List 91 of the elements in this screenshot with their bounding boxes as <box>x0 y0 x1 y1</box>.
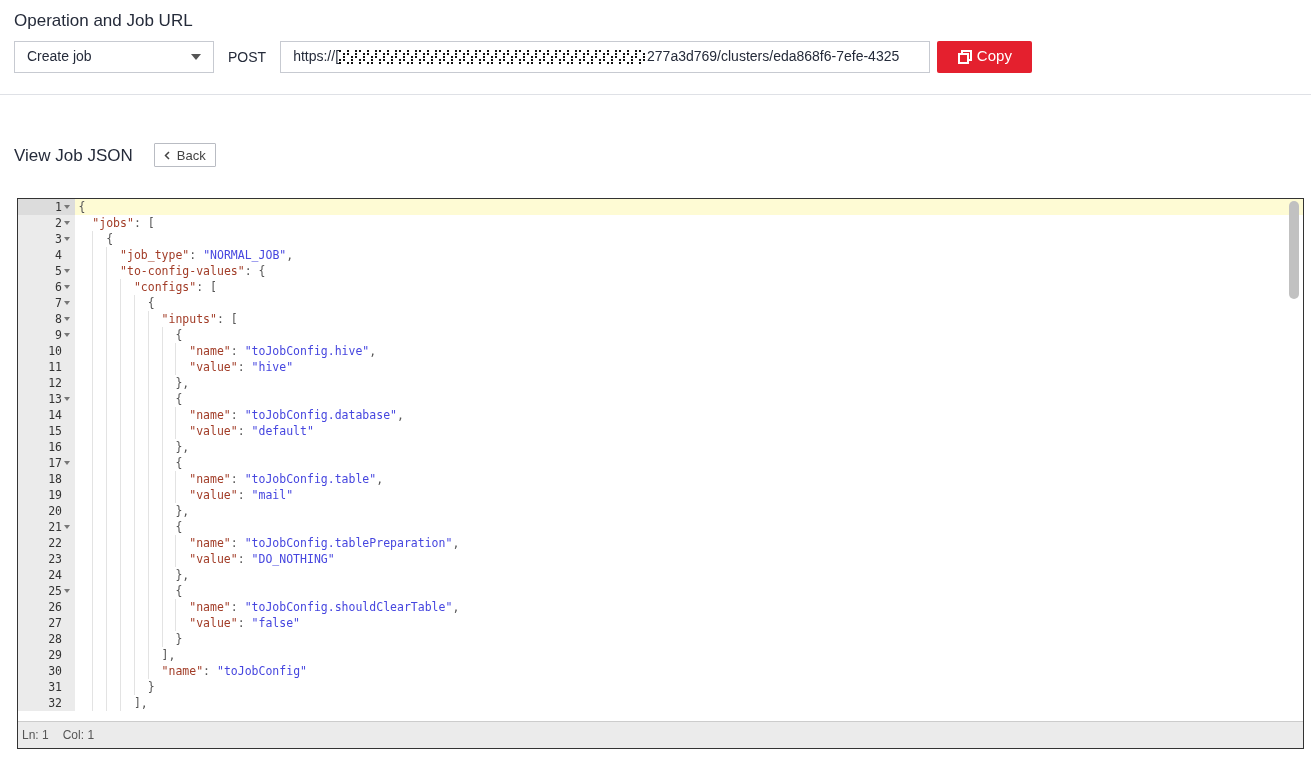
code-line: "name": "toJobConfig.shouldClearTable", <box>75 599 460 615</box>
line-number: 6 <box>55 279 62 295</box>
copy-button[interactable]: Copy <box>937 40 1033 73</box>
caret-icon <box>191 53 201 60</box>
code-line: } <box>75 631 183 647</box>
line-number: 27 <box>48 615 62 631</box>
scrollbar-thumb[interactable] <box>1289 201 1299 299</box>
code-line: }, <box>75 503 190 519</box>
line-number: 24 <box>48 567 62 583</box>
code-line: { <box>75 327 183 343</box>
url-field[interactable]: https://[ 277a3d769/clusters/eda868f6-7efe-4325 <box>280 40 931 73</box>
line-number: 3 <box>55 231 62 247</box>
line-number: 20 <box>48 503 62 519</box>
fold-arrow-icon[interactable] <box>64 333 70 337</box>
line-number: 14 <box>48 407 62 423</box>
line-number: 30 <box>48 663 62 679</box>
code-line: { <box>75 295 155 311</box>
line-number: 7 <box>55 295 62 311</box>
line-number: 8 <box>55 311 62 327</box>
code-line: "name": "toJobConfig.tablePreparation", <box>75 535 460 551</box>
fold-arrow-icon[interactable] <box>64 285 70 289</box>
line-number: 25 <box>48 583 62 599</box>
fold-arrow-icon[interactable] <box>64 461 70 465</box>
code-line: }, <box>75 375 190 391</box>
code-line: "job_type": "NORMAL_JOB", <box>75 247 294 263</box>
section-title: View Job JSON <box>14 144 133 167</box>
cursor-column-status: Col: 1 <box>62 727 95 744</box>
code-line: "inputs": [ <box>75 311 238 327</box>
code-line: { <box>75 583 183 599</box>
line-number: 17 <box>48 455 62 471</box>
code-line: } <box>75 679 155 695</box>
code-line: "name": "toJobConfig.database", <box>75 407 404 423</box>
code-line: ], <box>75 647 176 663</box>
line-number: 18 <box>48 471 62 487</box>
code-line: { <box>75 391 183 407</box>
operation-select[interactable]: Create job <box>14 40 214 73</box>
code-line: { <box>77 199 86 215</box>
code-line: "name": "toJobConfig" <box>75 663 307 679</box>
line-number: 32 <box>48 695 62 711</box>
line-number: 26 <box>48 599 62 615</box>
url-text: 277a3d769/clusters/eda868f6-7efe-4325 <box>647 47 900 66</box>
fold-arrow-icon[interactable] <box>64 525 70 529</box>
code-line: "to-config-values": { <box>75 263 266 279</box>
line-number: 1 <box>55 199 62 215</box>
code-line: }, <box>75 567 190 583</box>
code-line: "value": "DO_NOTHING" <box>75 551 335 567</box>
code-line: "value": "default" <box>75 423 314 439</box>
line-number: 9 <box>55 327 62 343</box>
code-line: "value": "false" <box>75 615 301 631</box>
url-text: https://[ <box>293 47 340 66</box>
line-number: 21 <box>48 519 62 535</box>
line-number: 5 <box>55 263 62 279</box>
line-number: 15 <box>48 423 62 439</box>
line-number: 13 <box>48 391 62 407</box>
line-number: 16 <box>48 439 62 455</box>
code-line: "value": "mail" <box>75 487 294 503</box>
code-line: { <box>75 455 183 471</box>
code-line: "value": "hive" <box>75 359 294 375</box>
line-number: 23 <box>48 551 62 567</box>
fold-arrow-icon[interactable] <box>64 237 70 241</box>
fold-arrow-icon[interactable] <box>64 205 70 209</box>
back-button[interactable]: Back <box>153 143 216 168</box>
line-number: 31 <box>48 679 62 695</box>
copy-icon <box>957 48 974 65</box>
fold-arrow-icon[interactable] <box>64 269 70 273</box>
cursor-line-status: Ln: 1 <box>22 727 49 744</box>
fold-arrow-icon[interactable] <box>64 397 70 401</box>
fold-arrow-icon[interactable] <box>64 301 70 305</box>
line-number: 29 <box>48 647 62 663</box>
line-number: 4 <box>55 247 62 263</box>
fold-arrow-icon[interactable] <box>64 589 70 593</box>
http-method-label: POST <box>228 47 267 67</box>
fold-arrow-icon[interactable] <box>64 221 70 225</box>
line-number: 28 <box>48 631 62 647</box>
section-title: Operation and Job URL <box>14 10 194 32</box>
code-line: }, <box>75 439 190 455</box>
code-line: "name": "toJobConfig.hive", <box>75 343 377 359</box>
line-number: 22 <box>48 535 62 551</box>
code-line: "name": "toJobConfig.table", <box>75 471 384 487</box>
code-line: { <box>75 231 114 247</box>
chevron-left-icon <box>163 150 170 160</box>
code-line: "configs": [ <box>75 279 217 295</box>
code-line: ], <box>75 695 148 711</box>
line-number: 2 <box>55 215 62 231</box>
fold-arrow-icon[interactable] <box>64 317 70 321</box>
line-number: 11 <box>48 359 62 375</box>
line-number: 10 <box>48 343 62 359</box>
line-number: 12 <box>48 375 62 391</box>
code-line: "jobs": [ <box>91 215 155 231</box>
code-line: { <box>75 519 183 535</box>
line-number: 19 <box>48 487 62 503</box>
